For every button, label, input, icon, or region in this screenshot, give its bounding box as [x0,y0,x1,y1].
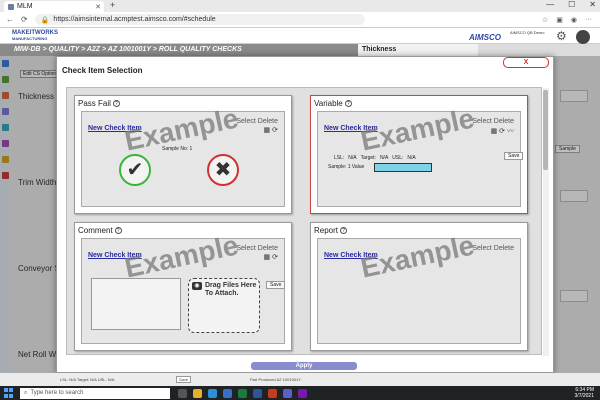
delete-link[interactable]: Delete [258,245,278,252]
url-text: https://aimsinternal.acmptest.aimsco.com… [53,16,216,23]
fail-x-icon[interactable]: ✖ [207,154,239,186]
system-clock[interactable]: 6:34 PM 3/7/2021 [575,387,594,399]
pass-fail-panel: Pass Fail? Select Delete ▦ ⟳ New Check I… [74,95,292,214]
back-arrow-icon[interactable]: ← [6,15,14,24]
word-icon[interactable] [253,388,262,398]
camera-icon[interactable]: ◉ [192,282,202,290]
delete-link[interactable]: Delete [494,118,514,125]
modal-title: Check Item Selection [62,66,143,75]
select-delete: Select Delete [236,245,278,252]
breadcrumb: MIW-DB > QUALITY > A2Z > AZ 1001001Y > R… [0,44,360,56]
panel-body: Select Delete ▦ ⟳ New Check Item ◉ Drag … [81,229,286,344]
profile-icon[interactable]: ◉ [571,16,577,24]
scrollbar-thumb[interactable] [543,90,548,170]
search-icon: ⌕ [24,389,28,396]
company-logo: MAKEITWORKS MANUFACTURING [12,30,58,41]
excel-icon[interactable] [238,388,247,398]
close-button[interactable]: X [503,57,549,68]
demo-label: AIMSCO QB Demo [510,30,545,35]
panel-icons: ▦ ⟳ [264,253,278,261]
edge-icon[interactable] [208,388,217,398]
panel-body: Select Delete ▦ ⟳ 〰 New Check Item LSL: N… [317,102,524,207]
star-icon[interactable]: ☆ [542,16,548,24]
example-watermark: Example [357,102,478,157]
right-heading: Thickness [358,44,478,56]
powerpoint-icon[interactable] [268,388,277,398]
panel-title: Pass Fail? [78,99,120,108]
task-view-icon[interactable] [178,388,187,398]
delete-link[interactable]: Delete [258,118,278,125]
refresh-icon[interactable]: ⟳ [499,128,505,135]
tab-close-icon[interactable]: ✕ [95,3,101,11]
table-icon[interactable]: ▦ [264,127,271,134]
help-icon[interactable]: ? [340,227,348,234]
tab-title: MLM [17,3,33,10]
panel-body: Select Delete ▦ ⟳ New Check Item Sample … [81,102,285,207]
variable-panel: Variable? Select Delete ▦ ⟳ 〰 New Check … [310,95,528,214]
bottom-save-button[interactable]: Save [176,376,192,383]
address-bar: ← ⟳ 🔒 https://aimsinternal.acmptest.aims… [0,12,600,28]
spec-limits: LSL: N/A Target: N/A USL: N/A [334,155,416,161]
apply-button[interactable]: Apply [251,362,357,370]
trend-icon[interactable]: 〰 [507,128,514,135]
panel-icons: ▦ ⟳ 〰 [491,126,514,136]
window-controls: — ☐ ✕ [546,0,596,9]
collections-icon[interactable]: ▣ [556,16,563,24]
tab-favicon-icon [8,3,14,10]
close-window-icon[interactable]: ✕ [589,0,596,9]
file-drop-zone[interactable]: ◉ Drag Files Here To Attach. [188,278,260,333]
brand-logo: AIMSCO [469,33,501,42]
avatar[interactable] [576,30,590,44]
sample-value-label: Sample: 1 Value [328,164,365,170]
drag-files-text: Drag Files Here To Attach. [205,282,257,297]
store-icon[interactable] [223,388,232,398]
save-button[interactable]: Save [504,152,524,160]
onenote-icon[interactable] [298,388,307,398]
gear-icon[interactable]: ⚙ [556,29,567,43]
new-tab-button[interactable]: + [110,0,115,10]
sample-value-input[interactable] [374,163,432,172]
taskbar: ⌕ Type here to search 6:34 PM 3/7/2021 [0,386,600,400]
refresh-icon[interactable]: ⟳ [272,254,278,261]
select-delete: Select Delete [236,118,278,125]
refresh-icon[interactable]: ⟳ [21,15,28,24]
refresh-icon[interactable]: ⟳ [272,127,278,134]
browser-toolbar: ☆ ▣ ◉ ··· [542,16,592,24]
start-windows-icon[interactable] [4,388,16,398]
teams-icon[interactable] [283,388,292,398]
bottom-limits: LSL: N/A Target: N/A USL: N/A [60,377,115,382]
panel-title: Variable? [314,99,352,108]
comment-panel: Comment? Select Delete ▦ ⟳ New Check Ite… [74,222,292,351]
table-icon[interactable]: ▦ [491,128,498,135]
comment-textarea[interactable] [91,278,181,330]
select-delete: Select Delete [472,245,514,252]
pass-check-icon[interactable]: ✔ [119,154,151,186]
url-field[interactable]: 🔒 https://aimsinternal.acmptest.aimsco.c… [34,14,365,25]
select-delete: Select Delete [472,118,514,125]
delete-link[interactable]: Delete [494,245,514,252]
panel-icons: ▦ ⟳ [264,126,278,134]
bottom-strip: LSL: N/A Target: N/A USL: N/A Save Part … [0,373,600,386]
panel-body: Select Delete New Check Item Example [317,229,521,344]
save-button[interactable]: Save [266,281,286,289]
file-explorer-icon[interactable] [193,388,202,398]
help-icon[interactable]: ? [112,100,120,107]
panel-title: Comment? [78,226,122,235]
panel-title: Report? [314,226,348,235]
lock-icon: 🔒 [40,16,50,24]
taskbar-apps [178,388,307,398]
example-watermark: Example [357,229,478,284]
maximize-icon[interactable]: ☐ [568,0,575,9]
table-icon[interactable]: ▦ [264,254,271,261]
help-icon[interactable]: ? [344,100,352,107]
search-placeholder: Type here to search [30,390,84,396]
menu-dots-icon[interactable]: ··· [585,16,592,24]
part-produced: Part Produced AZ 1001001Y [250,377,301,382]
example-watermark: Example [121,229,242,284]
minimize-icon[interactable]: — [546,0,554,9]
report-panel: Report? Select Delete New Check Item Exa… [310,222,528,351]
help-icon[interactable]: ? [114,227,122,234]
taskbar-search[interactable]: ⌕ Type here to search [20,387,170,399]
browser-tab[interactable]: MLM ✕ [4,1,104,12]
